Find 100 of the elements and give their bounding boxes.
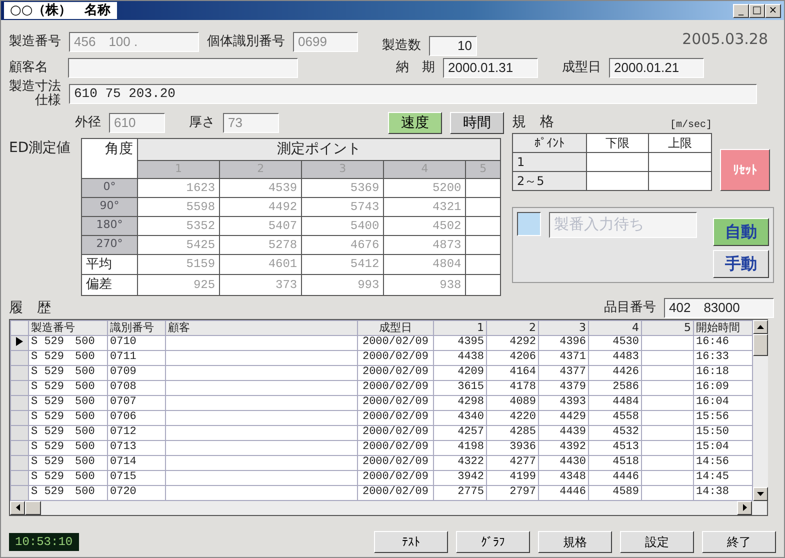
table-cell: 4198 xyxy=(434,440,486,455)
toolbar-button[interactable]: 終了 xyxy=(702,531,776,553)
column-header: 下限 xyxy=(586,134,649,152)
table-cell: 2000/02/09 xyxy=(358,380,434,395)
scroll-up-icon[interactable] xyxy=(753,320,768,334)
toolbar-button[interactable]: ﾃｽﾄ xyxy=(374,531,448,553)
toolbar-button[interactable]: 設定 xyxy=(620,531,694,553)
column-header: 製造番号 xyxy=(28,320,108,335)
table-cell: 16:04 xyxy=(694,395,752,410)
angle-button[interactable]: 0° xyxy=(82,178,138,197)
table-cell: 4539 xyxy=(220,178,302,197)
field-label: 品目番号 xyxy=(604,299,656,318)
toolbar-button[interactable]: ｸﾞﾗﾌ xyxy=(456,531,530,553)
field-label: 厚さ xyxy=(189,114,215,132)
table-cell: 4206 xyxy=(486,350,538,365)
table-cell: 4321 xyxy=(384,197,466,216)
field-label: 製造数 xyxy=(382,37,421,56)
toolbar-button[interactable]: 規格 xyxy=(538,531,612,553)
table-cell: 2000/02/09 xyxy=(358,395,434,410)
table-cell: S 529 500 xyxy=(28,425,108,440)
date-text: 2005.03.28 xyxy=(682,29,768,50)
table-cell: S 529 500 xyxy=(28,485,108,500)
scrollbar-thumb[interactable] xyxy=(25,500,41,514)
mode-button[interactable]: 自動 xyxy=(713,218,769,246)
molding-date-field[interactable]: 2000.01.21 xyxy=(609,58,704,78)
table-cell: 0708 xyxy=(108,380,166,395)
window-control-button[interactable]: _ xyxy=(733,4,749,18)
table-cell: 5407 xyxy=(220,216,302,235)
scrollbar-thumb[interactable] xyxy=(753,334,768,356)
quantity-field[interactable]: 10 xyxy=(429,36,477,56)
window-control-button[interactable]: × xyxy=(765,4,781,18)
column-header: 上限 xyxy=(648,134,712,152)
column-header: 識別番号 xyxy=(108,320,166,335)
table-cell: 2586 xyxy=(588,380,642,395)
table-cell: 4429 xyxy=(538,410,588,425)
table-cell: 4492 xyxy=(220,197,302,216)
scroll-right-icon[interactable] xyxy=(737,500,752,514)
item-number-field[interactable]: 402 83000 xyxy=(664,298,774,318)
field-label: 製造寸法 xyxy=(9,80,61,94)
mode-tab[interactable]: 速度 xyxy=(388,112,442,134)
table-cell: 2000/02/09 xyxy=(358,470,434,485)
mode-tab[interactable]: 時間 xyxy=(450,112,504,134)
column-header: 3 xyxy=(538,320,588,335)
table-cell: 0713 xyxy=(108,440,166,455)
column-header: 2 xyxy=(486,320,538,335)
table-cell: 2000/02/09 xyxy=(358,410,434,425)
due-date-field[interactable]: 2000.01.31 xyxy=(443,58,538,78)
field-label: 外径 xyxy=(75,114,101,132)
table-cell: 4220 xyxy=(486,410,538,425)
table-cell: 4340 xyxy=(434,410,486,425)
table-cell: 2000/02/09 xyxy=(358,425,434,440)
pointer-icon xyxy=(16,336,23,346)
scroll-left-icon[interactable] xyxy=(10,500,25,514)
table-cell: 4395 xyxy=(434,335,486,350)
clock: 10:53:10 xyxy=(9,533,79,551)
table-cell: 4439 xyxy=(538,425,588,440)
table-cell: 5278 xyxy=(220,235,302,254)
customer-field[interactable] xyxy=(68,58,298,78)
table-cell: 4676 xyxy=(302,235,384,254)
angle-button[interactable]: 180° xyxy=(82,216,138,235)
table-cell: 4446 xyxy=(538,485,588,500)
table-cell: 4396 xyxy=(538,335,588,350)
table-cell: S 529 500 xyxy=(28,365,108,380)
row-label: 平均 xyxy=(82,254,138,274)
table-cell: S 529 500 xyxy=(28,455,108,470)
table-cell: 2000/02/09 xyxy=(358,455,434,470)
table-cell: 993 xyxy=(302,274,384,295)
spec-field[interactable]: 610 75 203.20 xyxy=(69,84,757,104)
table-cell: 15:56 xyxy=(694,410,752,425)
table-cell: 4379 xyxy=(538,380,588,395)
mode-button[interactable]: 手動 xyxy=(713,250,769,278)
table-cell: 2000/02/09 xyxy=(358,485,434,500)
column-header: ﾎﾟｲﾝﾄ xyxy=(512,134,586,152)
table-cell: 4199 xyxy=(486,470,538,485)
table-cell: 0712 xyxy=(108,425,166,440)
scroll-down-icon[interactable] xyxy=(753,486,768,500)
table-cell: 5159 xyxy=(138,254,220,274)
table-cell: 2797 xyxy=(486,485,538,500)
table-cell: 4483 xyxy=(588,350,642,365)
column-header: 開始時間 xyxy=(694,320,752,335)
table-cell: S 529 500 xyxy=(28,335,108,350)
table-cell: 4164 xyxy=(486,365,538,380)
row-selector[interactable] xyxy=(10,335,28,350)
table-cell: 4322 xyxy=(434,455,486,470)
window-title: ○○（株） 名称 xyxy=(4,2,117,19)
table-cell: 4426 xyxy=(588,365,642,380)
angle-button[interactable]: 270° xyxy=(82,235,138,254)
table-cell: 0711 xyxy=(108,350,166,365)
table-cell: 16:46 xyxy=(694,335,752,350)
table-cell: 4558 xyxy=(588,410,642,425)
table-cell: 0715 xyxy=(108,470,166,485)
table-cell: 14:38 xyxy=(694,485,752,500)
table-cell: 4484 xyxy=(588,395,642,410)
table-cell: 4873 xyxy=(384,235,466,254)
table-cell: S 529 500 xyxy=(28,440,108,455)
table-cell: 4804 xyxy=(384,254,466,274)
table-cell: 4348 xyxy=(538,470,588,485)
window-control-button[interactable]: □ xyxy=(749,4,765,18)
angle-button[interactable]: 90° xyxy=(82,197,138,216)
status-field: 製番入力待ち xyxy=(549,212,697,238)
